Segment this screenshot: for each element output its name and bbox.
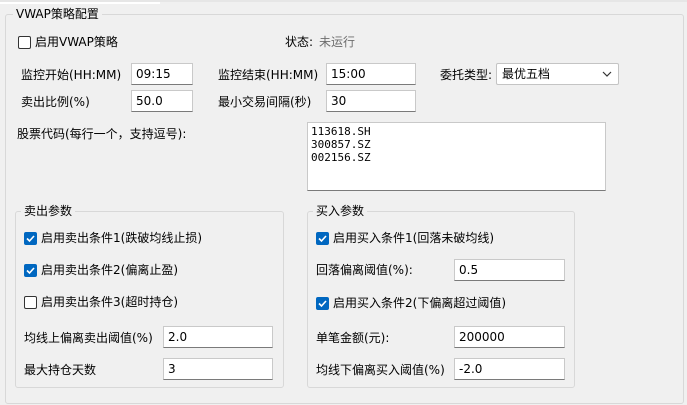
buy-threshold-input[interactable] — [454, 358, 565, 380]
sell-cond3-label: 启用卖出条件3(超时持仓) — [41, 295, 178, 309]
sell-cond2-check-box[interactable] — [24, 264, 37, 277]
sell-cond2-checkbox[interactable]: 启用卖出条件2(偏离止盈) — [24, 263, 214, 279]
chevron-down-icon[interactable] — [600, 67, 614, 81]
status-value: 未运行 — [319, 35, 356, 49]
amount-input[interactable] — [454, 326, 565, 348]
stock-codes-textarea[interactable]: 113618.SH 300857.SZ 002156.SZ — [307, 122, 606, 191]
sell-cond1-check-box[interactable] — [24, 232, 37, 245]
checkmark-icon — [26, 267, 35, 275]
buy-cond2-check-box[interactable] — [316, 297, 329, 310]
max-days-label: 最大持仓天数 — [24, 363, 97, 377]
sell-cond3-checkbox[interactable]: 启用卖出条件3(超时持仓) — [24, 295, 214, 311]
order-type-value: 最优五档 — [502, 67, 551, 81]
buy-threshold-label: 均线下偏离买入阈值(%) — [316, 363, 445, 377]
buy-cond2-checkbox[interactable]: 启用买入条件2(下偏离超过阈值) — [316, 296, 516, 312]
amount-label: 单笔金额(元): — [316, 331, 390, 345]
monitor-start-input[interactable] — [131, 63, 193, 85]
monitor-end-label: 监控结束(HH:MM) — [218, 68, 319, 82]
buy-cond1-checkbox[interactable]: 启用买入条件1(回落未破均线) — [316, 231, 506, 247]
max-days-input[interactable] — [163, 358, 273, 380]
checkmark-icon — [26, 235, 35, 243]
enable-vwap-checkbox[interactable]: 启用VWAP策略 — [17, 34, 127, 50]
buy-cond1-check-box[interactable] — [316, 232, 329, 245]
stock-code-line: 002156.SZ — [311, 151, 371, 164]
order-type-label: 委托类型: — [440, 68, 493, 82]
buy-cond2-label: 启用买入条件2(下偏离超过阈值) — [333, 296, 506, 310]
sell-ratio-label: 卖出比例(%) — [21, 95, 90, 109]
sell-cond1-checkbox[interactable]: 启用卖出条件1(跌破均线止损) — [24, 231, 214, 247]
monitor-start-label: 监控开始(HH:MM) — [21, 68, 122, 82]
top-edge-highlight — [0, 2, 160, 4]
min-interval-label: 最小交易间隔(秒) — [218, 95, 312, 109]
enable-vwap-check-box[interactable] — [18, 36, 31, 49]
order-type-select[interactable]: 最优五档 — [496, 63, 619, 85]
enable-vwap-label: 启用VWAP策略 — [35, 35, 118, 49]
stock-code-line: 113618.SH — [311, 125, 371, 138]
stock-code-line: 300857.SZ — [311, 138, 371, 151]
group-title: VWAP策略配置 — [13, 7, 102, 21]
sell-params-title: 卖出参数 — [21, 204, 76, 218]
sell-threshold-label: 均线上偏离卖出阈值(%) — [24, 331, 153, 345]
checkmark-icon — [318, 235, 327, 243]
sell-threshold-input[interactable] — [163, 326, 273, 348]
min-interval-input[interactable] — [326, 90, 416, 112]
sell-ratio-input[interactable] — [131, 90, 193, 112]
buy-params-title: 买入参数 — [313, 204, 368, 218]
stock-codes-label: 股票代码(每行一个，支持逗号): — [17, 127, 187, 141]
pullback-label: 回落偏离阈值(%): — [316, 263, 413, 277]
buy-cond1-label: 启用买入条件1(回落未破均线) — [333, 231, 494, 245]
checkmark-icon — [318, 300, 327, 308]
pullback-input[interactable] — [454, 259, 565, 281]
sell-cond1-label: 启用卖出条件1(跌破均线止损) — [41, 231, 202, 245]
monitor-end-input[interactable] — [326, 63, 416, 85]
sell-cond2-label: 启用卖出条件2(偏离止盈) — [41, 263, 178, 277]
status-label: 状态: — [285, 35, 314, 49]
sell-cond3-check-box[interactable] — [24, 296, 37, 309]
